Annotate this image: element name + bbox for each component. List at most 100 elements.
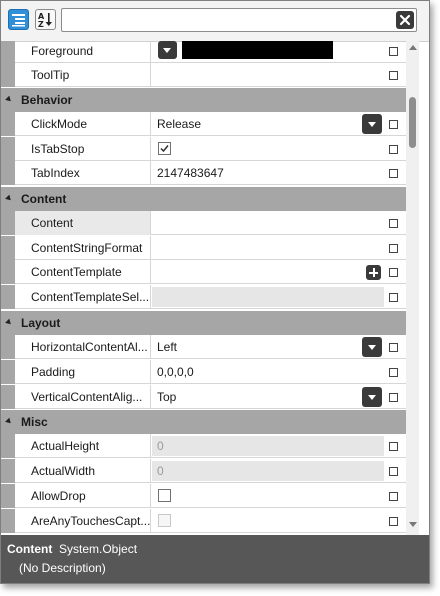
checkbox-unchecked[interactable] [158, 489, 171, 502]
scrollbar-thumb[interactable] [409, 97, 416, 148]
property-value[interactable]: Left [152, 335, 384, 359]
collapse-triangle-icon [5, 318, 13, 327]
property-marker[interactable] [389, 368, 398, 377]
property-grid-window: A Z Foreground ToolTip Behavior ClickMod… [0, 0, 430, 584]
property-row-istabstop[interactable]: IsTabStop [1, 137, 406, 161]
property-value[interactable]: Top [152, 385, 384, 409]
property-name: Padding [15, 360, 151, 384]
search-input[interactable] [66, 11, 390, 31]
property-value-readonly: 0 [152, 436, 384, 456]
category-header-misc[interactable]: Misc [1, 410, 406, 434]
property-name: ContentTemplateSel... [15, 285, 151, 309]
property-marker[interactable] [389, 71, 398, 80]
description-property-name: Content [7, 542, 53, 556]
property-marker[interactable] [389, 145, 398, 154]
property-row-tabindex[interactable]: TabIndex 2147483647 [1, 161, 406, 185]
dropdown-arrow-icon[interactable] [362, 387, 382, 407]
checkbox-checked[interactable] [158, 142, 171, 155]
property-value-readonly: 0 [152, 461, 384, 481]
description-header: Content System.Object [7, 542, 137, 556]
property-name: ClickMode [15, 112, 151, 136]
property-row-foreground[interactable]: Foreground [1, 41, 406, 63]
checkmark-icon [160, 145, 169, 153]
property-row-contentstringformat[interactable]: ContentStringFormat [1, 236, 406, 260]
property-row-actualwidth[interactable]: ActualWidth 0 [1, 459, 406, 483]
property-marker[interactable] [389, 517, 398, 526]
color-swatch[interactable] [182, 41, 333, 59]
alphabetical-sort-icon: A Z [38, 12, 52, 29]
description-property-type: System.Object [59, 542, 138, 556]
property-value[interactable] [152, 211, 384, 235]
add-icon[interactable] [366, 265, 381, 280]
collapse-triangle-icon [5, 194, 13, 203]
categorized-list-icon [12, 14, 25, 27]
property-marker[interactable] [389, 492, 398, 501]
property-marker[interactable] [389, 393, 398, 402]
category-label: Layout [21, 316, 61, 330]
property-row-content[interactable]: Content [1, 211, 406, 235]
property-name: HorizontalContentAl... [15, 335, 151, 359]
property-row-clickmode[interactable]: ClickMode Release [1, 112, 406, 136]
alphabetical-view-button[interactable]: A Z [35, 9, 56, 30]
property-row-contenttemplateselector[interactable]: ContentTemplateSel... [1, 285, 406, 309]
property-row-padding[interactable]: Padding 0,0,0,0 [1, 360, 406, 384]
property-row-allowdrop[interactable]: AllowDrop [1, 484, 406, 508]
dropdown-arrow-icon[interactable] [362, 337, 382, 357]
property-marker[interactable] [389, 120, 398, 129]
category-label: Content [21, 192, 67, 206]
property-name: VerticalContentAlig... [15, 385, 151, 409]
property-marker[interactable] [389, 467, 398, 476]
property-marker[interactable] [389, 169, 398, 178]
property-name: AreAnyTouchesCapt... [15, 509, 151, 533]
dropdown-arrow-icon[interactable] [362, 114, 382, 134]
property-name: Foreground [15, 41, 151, 63]
close-icon [399, 14, 411, 26]
description-panel: Content System.Object (No Description) [1, 535, 429, 583]
description-text: (No Description) [19, 561, 106, 575]
property-marker[interactable] [389, 268, 398, 277]
property-value[interactable]: Release [152, 112, 384, 136]
property-row-actualheight[interactable]: ActualHeight 0 [1, 434, 406, 458]
category-label: Misc [21, 415, 48, 429]
property-marker[interactable] [389, 244, 398, 253]
property-name: ContentTemplate [15, 260, 151, 284]
category-label: Behavior [21, 93, 73, 107]
property-value[interactable]: 2147483647 [152, 161, 384, 185]
color-picker-dropdown-button[interactable] [158, 41, 177, 59]
scroll-up-arrow-icon[interactable] [409, 45, 417, 50]
property-name: TabIndex [15, 161, 151, 185]
property-name: IsTabStop [15, 137, 151, 161]
property-list: Foreground ToolTip Behavior ClickMode Re… [1, 41, 406, 535]
property-marker[interactable] [389, 219, 398, 228]
property-value[interactable] [152, 63, 384, 87]
property-name: ToolTip [15, 63, 151, 87]
property-marker[interactable] [389, 343, 398, 352]
toolbar: A Z [1, 1, 429, 42]
property-name: Content [15, 211, 151, 235]
svg-text:Z: Z [38, 20, 44, 29]
property-marker[interactable] [389, 47, 398, 56]
categorized-view-button[interactable] [8, 9, 29, 30]
property-row-contenttemplate[interactable]: ContentTemplate [1, 260, 406, 284]
search-box [61, 8, 417, 32]
property-name: ActualHeight [15, 434, 151, 458]
property-row-areanytouchescaptured[interactable]: AreAnyTouchesCapt... [1, 509, 406, 533]
scroll-down-arrow-icon[interactable] [409, 522, 417, 527]
property-marker[interactable] [389, 293, 398, 302]
property-row-verticalcontentalignment[interactable]: VerticalContentAlig... Top [1, 385, 406, 409]
clear-search-button[interactable] [396, 11, 414, 29]
property-marker[interactable] [389, 442, 398, 451]
property-value[interactable]: 0,0,0,0 [152, 360, 384, 384]
checkbox-disabled [158, 514, 171, 527]
category-header-behavior[interactable]: Behavior [1, 88, 406, 112]
property-name: AllowDrop [15, 484, 151, 508]
category-header-content[interactable]: Content [1, 187, 406, 211]
property-value[interactable] [152, 260, 384, 284]
property-value[interactable] [152, 236, 384, 260]
category-header-layout[interactable]: Layout [1, 311, 406, 335]
vertical-scrollbar[interactable] [406, 41, 419, 535]
property-row-tooltip[interactable]: ToolTip [1, 63, 406, 87]
collapse-triangle-icon [5, 95, 13, 104]
property-name: ContentStringFormat [15, 236, 151, 260]
property-row-horizontalcontentalignment[interactable]: HorizontalContentAl... Left [1, 335, 406, 359]
